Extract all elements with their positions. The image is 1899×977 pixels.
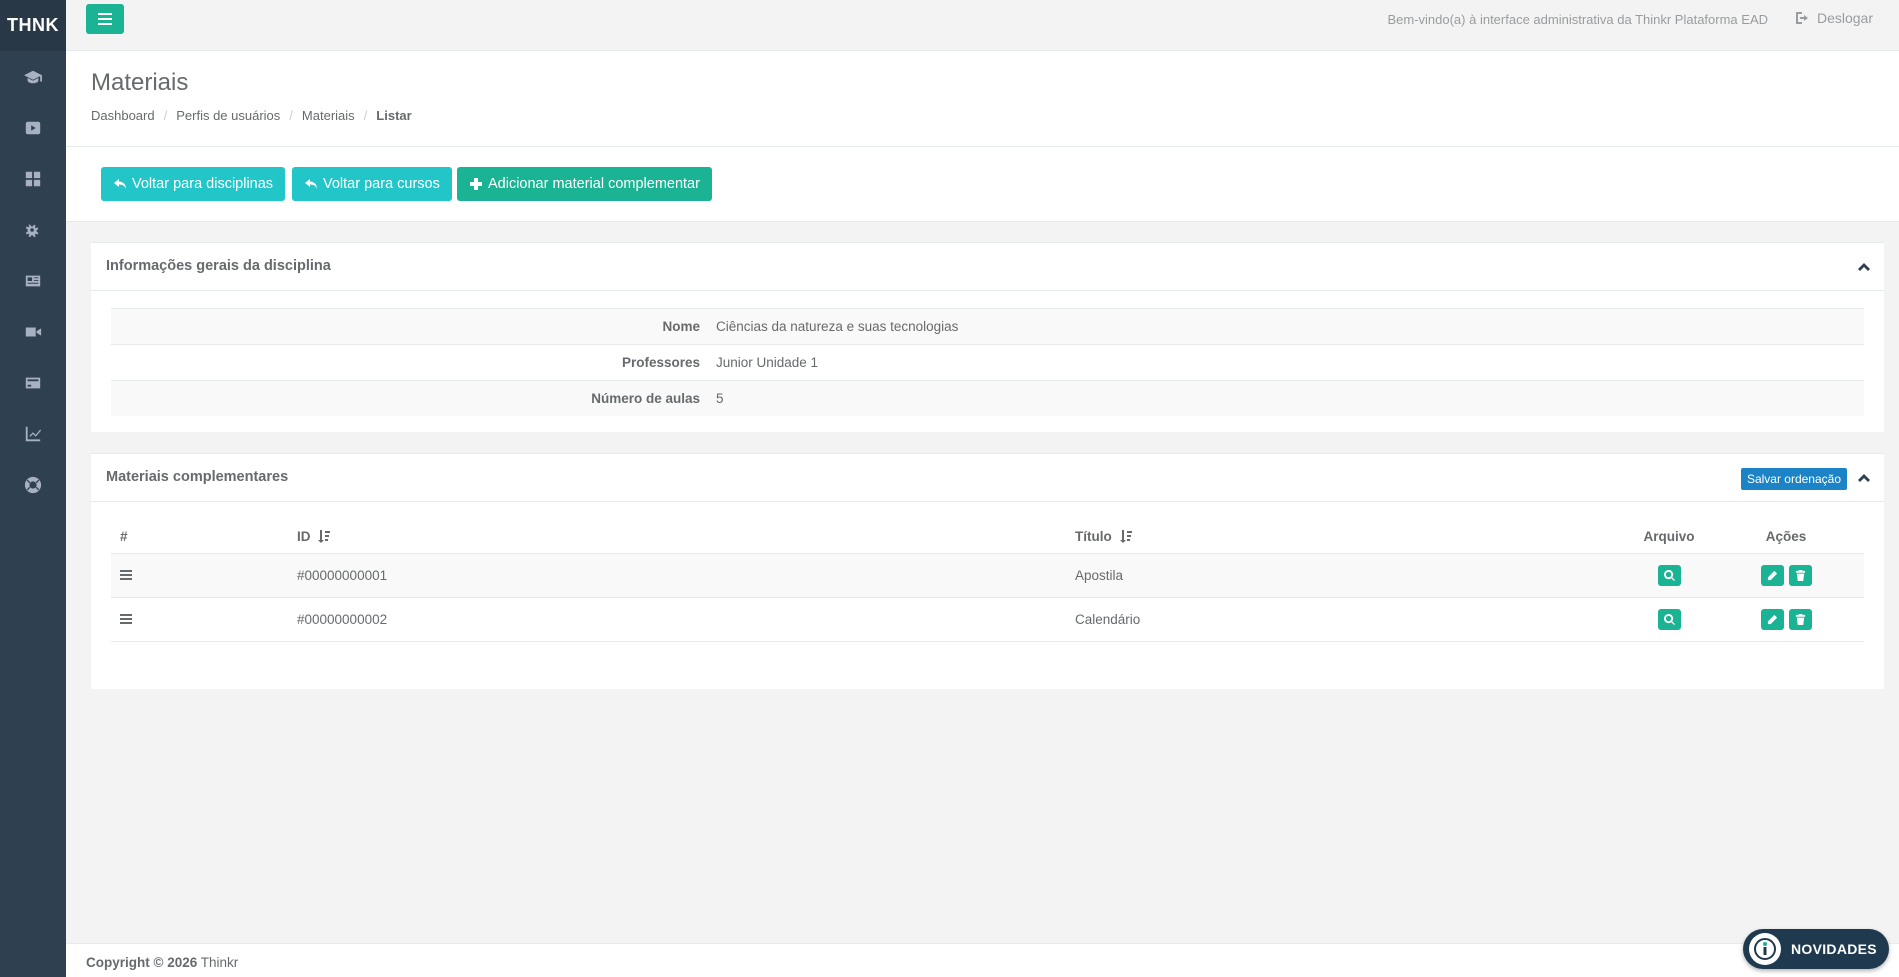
panel-header: Materiais complementares Salvar ordenaçã… (91, 454, 1884, 502)
view-file-button[interactable] (1657, 565, 1681, 586)
sidebar-item-videos[interactable] (0, 102, 66, 153)
novidades-label: NOVIDADES (1791, 941, 1877, 957)
delete-button[interactable] (1788, 609, 1812, 630)
breadcrumb-current: Listar (376, 108, 412, 123)
action-toolbar: Voltar para disciplinas Voltar para curs… (66, 147, 1899, 222)
material-title: Apostila (1075, 568, 1124, 583)
sidebar-item-news[interactable] (0, 255, 66, 306)
info-row: Nome Ciências da natureza e suas tecnolo… (111, 308, 1864, 344)
view-file-button[interactable] (1657, 609, 1681, 630)
table-row: #00000000001 Apostila (111, 554, 1864, 598)
sidebar-item-settings[interactable] (0, 204, 66, 255)
sidebar-item-payments[interactable] (0, 357, 66, 408)
pencil-icon (1766, 570, 1778, 581)
col-id-header[interactable]: ID (297, 529, 1075, 544)
reply-icon (114, 179, 126, 189)
reply-icon (305, 179, 317, 189)
col-hash-header: # (120, 529, 128, 544)
chevron-up-icon (1858, 263, 1870, 271)
back-to-disciplines-button[interactable]: Voltar para disciplinas (101, 167, 286, 201)
dashboard-grid-icon (25, 171, 41, 186)
menu-toggle-button[interactable] (86, 4, 124, 34)
youtube-play-icon (25, 121, 41, 134)
search-icon (1663, 614, 1675, 625)
sidebar-item-dashboard[interactable] (0, 153, 66, 204)
bars-icon (120, 614, 132, 624)
chevron-up-icon (1858, 474, 1870, 482)
delete-button[interactable] (1788, 565, 1812, 586)
hamburger-icon (98, 13, 112, 25)
sidebar-item-support[interactable] (0, 459, 66, 510)
info-row: Professores Junior Unidade 1 (111, 344, 1864, 380)
newspaper-icon (25, 275, 41, 286)
sign-out-icon (1795, 12, 1808, 24)
sidebar: THNK (0, 0, 66, 977)
pencil-icon (1766, 614, 1778, 625)
material-id: #00000000001 (297, 568, 388, 583)
footer: Copyright © 2026 Thinkr (66, 943, 1899, 977)
materials-table: # ID Título Arquivo Ações #00000000001 A… (111, 520, 1864, 642)
breadcrumb: Dashboard / Perfis de usuários / Materia… (91, 108, 412, 123)
info-icon (1754, 938, 1776, 960)
copyright: Copyright © 2026 Thinkr (86, 955, 239, 970)
page-heading: Materiais Dashboard / Perfis de usuários… (66, 51, 1899, 147)
topbar: Bem-vindo(a) à interface administrativa … (66, 0, 1899, 51)
info-row: Número de aulas 5 (111, 380, 1864, 416)
materials-panel: Materiais complementares Salvar ordenaçã… (91, 453, 1884, 689)
breadcrumb-user-profiles[interactable]: Perfis de usuários (176, 108, 280, 123)
discipline-info-panel: Informações gerais da disciplina Nome Ci… (91, 242, 1884, 432)
novidades-logo (1749, 933, 1781, 965)
sidebar-item-reports[interactable] (0, 408, 66, 459)
logo[interactable]: THNK (0, 0, 66, 51)
back-to-courses-button[interactable]: Voltar para cursos (292, 167, 452, 201)
col-actions-header: Ações (1765, 529, 1807, 544)
sidebar-item-live[interactable] (0, 306, 66, 357)
add-material-button[interactable]: Adicionar material complementar (457, 167, 712, 201)
plus-icon (470, 178, 482, 190)
sort-icon (1119, 530, 1132, 543)
info-table: Nome Ciências da natureza e suas tecnolo… (111, 308, 1864, 416)
novidades-widget[interactable]: NOVIDADES (1743, 929, 1889, 969)
trash-icon (1795, 570, 1805, 581)
bars-icon (120, 570, 132, 580)
trash-icon (1795, 614, 1805, 625)
table-header: # ID Título Arquivo Ações (111, 520, 1864, 554)
drag-handle[interactable] (111, 612, 297, 627)
col-title-header[interactable]: Título (1075, 529, 1630, 544)
panel-header: Informações gerais da disciplina (91, 243, 1884, 291)
edit-button[interactable] (1760, 609, 1784, 630)
table-row: #00000000002 Calendário (111, 598, 1864, 642)
material-id: #00000000002 (297, 612, 388, 627)
breadcrumb-dashboard[interactable]: Dashboard (91, 108, 155, 123)
logout-link[interactable]: Deslogar (1795, 10, 1873, 26)
collapse-button[interactable] (1858, 261, 1870, 273)
search-icon (1663, 570, 1675, 581)
panel-title: Informações gerais da disciplina (106, 258, 331, 274)
life-ring-icon (24, 476, 42, 493)
line-chart-icon (25, 426, 42, 441)
page-title: Materiais (91, 69, 189, 96)
video-camera-icon (25, 327, 42, 336)
welcome-message: Bem-vindo(a) à interface administrativa … (1387, 12, 1768, 27)
credit-card-icon (25, 377, 41, 388)
sort-icon (318, 530, 331, 543)
sidebar-item-courses[interactable] (0, 51, 66, 102)
drag-handle[interactable] (111, 568, 297, 583)
material-title: Calendário (1075, 612, 1141, 627)
col-file-header: Arquivo (1643, 529, 1695, 544)
panel-title: Materiais complementares (106, 469, 289, 485)
save-order-button[interactable]: Salvar ordenação (1740, 468, 1847, 490)
breadcrumb-materials[interactable]: Materiais (302, 108, 355, 123)
logout-label: Deslogar (1816, 10, 1873, 26)
gears-icon (25, 224, 39, 237)
collapse-button[interactable] (1858, 472, 1870, 484)
graduation-cap-icon (24, 70, 42, 83)
edit-button[interactable] (1760, 565, 1784, 586)
